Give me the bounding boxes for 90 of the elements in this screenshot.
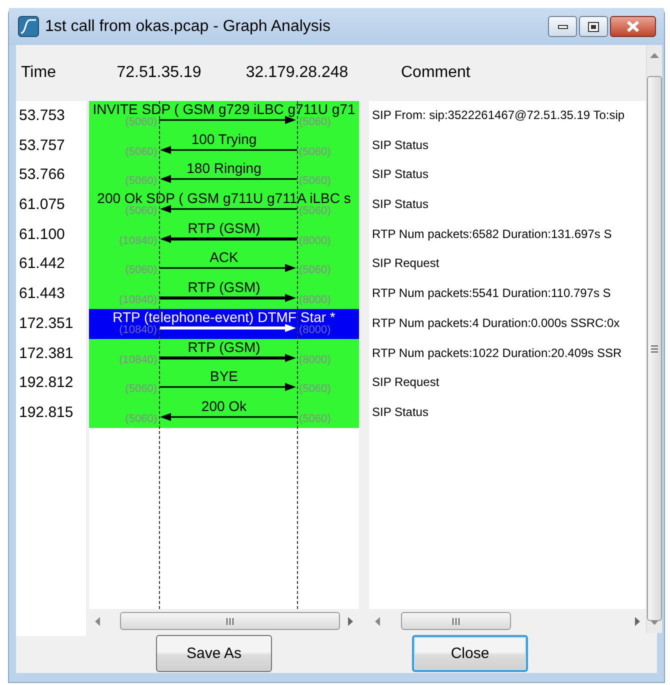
- port-label: (5060): [125, 146, 157, 159]
- column-header: Time: [20, 64, 57, 82]
- port-label: (5060): [125, 205, 157, 218]
- port-label: (5060): [125, 412, 157, 426]
- message-row[interactable]: RTP (GSM) (10840) (8000): [89, 338, 359, 368]
- comment-cell-text: RTP Num packets:4 Duration:0.000s SSRC:0x: [371, 314, 621, 332]
- port-label: (10840): [119, 324, 157, 337]
- comment-cell-text: RTP Num packets:1022 Duration:20.409s SSR: [371, 344, 623, 362]
- message-row[interactable]: 100 Trying (5060) (5060): [89, 130, 359, 160]
- message-label: RTP (telephone-event) DTMF Star *: [112, 308, 336, 325]
- port-label: (10840): [119, 294, 157, 308]
- message-row[interactable]: RTP (telephone-event) DTMF Star * (10840) (8000): [89, 308, 359, 338]
- message-row[interactable]: RTP (GSM) (10840) (8000): [89, 220, 359, 250]
- message-label: RTP (GSM): [186, 338, 262, 354]
- time-cell-text: 192.815: [18, 402, 74, 423]
- time-cell-text: 53.753: [18, 106, 66, 126]
- port-label: (8000): [299, 324, 331, 337]
- message-row[interactable]: 180 Ringing (5060) (5060): [89, 160, 359, 190]
- maximize-button[interactable]: [579, 16, 608, 37]
- message-label: 180 Ringing: [186, 160, 262, 176]
- port-label: (5060): [299, 412, 331, 426]
- comment-cell-text: SIP Request: [371, 374, 440, 392]
- port-label: (5060): [299, 175, 331, 188]
- column-header: 72.51.35.19: [116, 64, 202, 82]
- port-label: (5060): [299, 116, 331, 129]
- port-label: (10840): [119, 234, 157, 248]
- port-label: (5060): [125, 264, 157, 278]
- comment-cell-text: SIP Status: [371, 166, 430, 184]
- message-label: RTP (GSM): [186, 279, 262, 296]
- time-cell-text: 61.442: [18, 254, 66, 274]
- save-as-button[interactable]: Save As: [156, 634, 272, 672]
- message-label: RTP (GSM): [186, 220, 262, 236]
- message-row[interactable]: BYE (5060) (5060): [89, 368, 359, 398]
- time-cell-text: 53.757: [18, 136, 66, 156]
- message-label: BYE: [208, 368, 239, 384]
- message-row[interactable]: 200 Ok (5060) (5060): [89, 398, 359, 428]
- time-cell-text: 53.766: [18, 165, 66, 186]
- time-cell-text: 61.100: [18, 224, 66, 245]
- time-cell-text: 61.443: [18, 284, 66, 304]
- column-header: Comment: [400, 64, 472, 82]
- port-label: (5060): [299, 383, 331, 396]
- port-label: (8000): [299, 354, 331, 366]
- comment-cell-text: SIP Request: [371, 255, 440, 272]
- port-label: (10840): [119, 354, 157, 366]
- message-label: INVITE SDP ( GSM g729 iLBC g711U g71: [92, 101, 356, 117]
- column-header: 32.179.28.248: [246, 64, 348, 82]
- close-icon: [626, 21, 640, 32]
- port-label: (5060): [125, 175, 157, 188]
- port-label: (5060): [125, 116, 157, 129]
- minimize-button[interactable]: [548, 16, 577, 37]
- port-label: (8000): [299, 294, 331, 308]
- app-icon: [18, 16, 39, 37]
- time-cell-text: 172.381: [18, 344, 74, 364]
- comment-cell-text: RTP Num packets:5541 Duration:110.797s S: [371, 285, 612, 302]
- comment-cell-text: SIP From: sip:3522261467@72.51.35.19 To:sip: [371, 107, 626, 124]
- message-row[interactable]: INVITE SDP ( GSM g729 iLBC g711U g71 (5060) (5060): [89, 101, 359, 131]
- time-cell-text: 172.351: [18, 314, 74, 334]
- grip-icon: [226, 618, 234, 624]
- comment-cell-text: SIP Status: [371, 136, 430, 154]
- port-label: (5060): [125, 383, 157, 396]
- port-label: (5060): [299, 146, 331, 159]
- time-cell-text: 61.075: [18, 195, 66, 216]
- port-label: (5060): [299, 264, 331, 278]
- close-button[interactable]: [610, 16, 656, 37]
- comment-cell-text: SIP Status: [371, 196, 430, 214]
- message-row[interactable]: ACK (5060) (5060): [89, 249, 359, 280]
- scroll-right-icon[interactable]: [348, 616, 353, 626]
- message-label: ACK: [208, 249, 240, 266]
- message-label: 200 Ok SDP ( GSM g711U g711A iLBC s: [96, 190, 352, 206]
- port-label: (8000): [299, 234, 331, 248]
- maximize-icon: [588, 22, 599, 32]
- comment-cell-text: RTP Num packets:6582 Duration:131.697s S: [371, 226, 613, 243]
- close-dialog-button[interactable]: Close: [412, 634, 528, 672]
- minimize-icon: [558, 24, 568, 30]
- time-cell-text: 192.812: [18, 373, 74, 394]
- scroll-left-icon[interactable]: [95, 616, 100, 626]
- port-label: (5060): [299, 205, 331, 218]
- message-label: 100 Trying: [190, 130, 258, 147]
- scroll-left-icon[interactable]: [375, 616, 380, 626]
- grip-icon: [452, 618, 460, 624]
- scrollbar-thumb[interactable]: [120, 612, 340, 630]
- scrollbar-thumb[interactable]: [401, 612, 511, 630]
- scroll-up-icon[interactable]: [650, 53, 659, 58]
- message-row[interactable]: RTP (GSM) (10840) (8000): [89, 279, 359, 309]
- message-row[interactable]: 200 Ok SDP ( GSM g711U g711A iLBC s (5060) (5060): [89, 190, 359, 220]
- scroll-right-icon[interactable]: [635, 616, 640, 626]
- comment-cell-text: SIP Status: [371, 404, 430, 421]
- message-label: 200 Ok: [200, 398, 248, 414]
- grip-icon: [651, 344, 658, 352]
- window-title: 1st call from okas.pcap - Graph Analysis: [45, 18, 332, 36]
